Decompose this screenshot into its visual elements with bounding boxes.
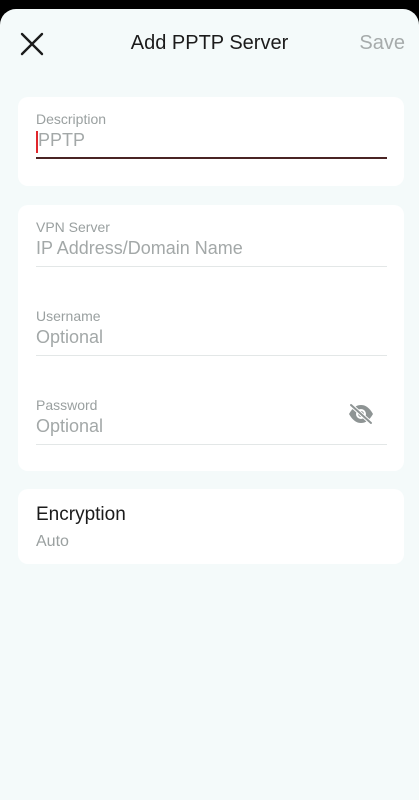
vpn-server-field-group: VPN Server IP Address/Domain Name — [36, 219, 387, 269]
vpn-server-underline — [36, 266, 387, 267]
description-card: Description PPTP — [18, 97, 404, 186]
username-input[interactable]: Optional — [36, 327, 336, 348]
password-underline — [36, 444, 387, 445]
password-visibility-toggle[interactable] — [347, 403, 375, 425]
description-input[interactable]: PPTP — [38, 130, 338, 151]
description-field-group: Description PPTP — [36, 111, 387, 161]
username-underline — [36, 355, 387, 356]
connection-card: VPN Server IP Address/Domain Name Userna… — [18, 205, 404, 471]
description-underline — [36, 157, 387, 159]
password-input[interactable]: Optional — [36, 416, 336, 437]
username-label: Username — [36, 308, 101, 324]
encryption-row[interactable]: Encryption Auto — [18, 489, 404, 564]
screen: Add PPTP Server Save Description PPTP VP… — [0, 0, 419, 800]
encryption-title: Encryption — [36, 504, 126, 525]
eye-off-icon — [349, 403, 373, 425]
app-header: Add PPTP Server Save — [0, 20, 419, 68]
vpn-server-input[interactable]: IP Address/Domain Name — [36, 238, 336, 259]
username-field-group: Username Optional — [36, 308, 387, 358]
status-bar — [0, 0, 419, 9]
page-title: Add PPTP Server — [130, 32, 289, 54]
password-field-group: Password Optional — [36, 397, 387, 447]
vpn-server-label: VPN Server — [36, 219, 110, 235]
description-label: Description — [36, 111, 107, 127]
encryption-value: Auto — [36, 533, 69, 550]
save-button[interactable]: Save — [359, 32, 405, 55]
password-label: Password — [36, 397, 98, 413]
